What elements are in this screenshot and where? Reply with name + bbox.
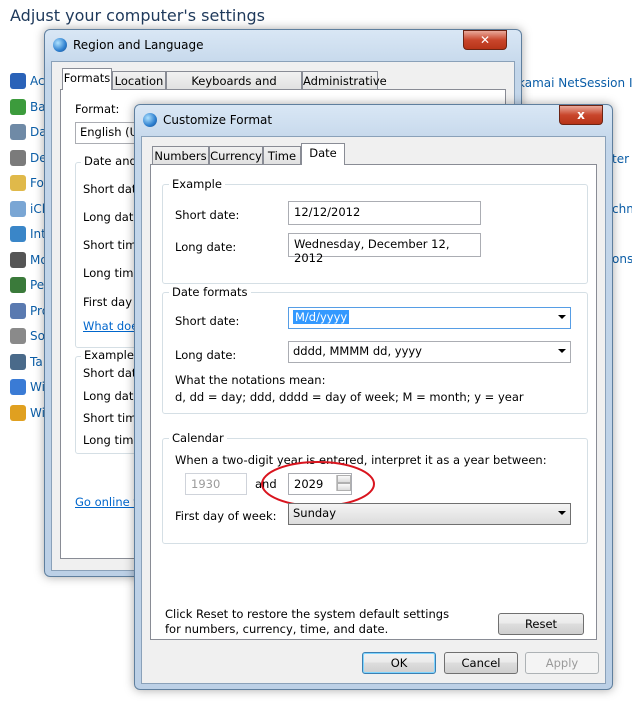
control-panel-item[interactable]: Wi bbox=[10, 378, 45, 396]
control-panel-item[interactable]: De bbox=[10, 149, 47, 167]
tab-keyboards-languages[interactable]: Keyboards and Languages bbox=[166, 71, 302, 107]
control-panel-item[interactable]: iCl bbox=[10, 200, 45, 218]
control-panel-item-label: Pe bbox=[30, 278, 45, 292]
tab-time[interactable]: Time bbox=[263, 146, 301, 165]
long-date-row: Long date bbox=[83, 210, 141, 224]
what-does-link[interactable]: What doe bbox=[83, 319, 138, 333]
ok-button[interactable]: OK bbox=[362, 652, 436, 674]
highlight-ellipse bbox=[261, 461, 375, 507]
internet-options-icon bbox=[10, 226, 26, 242]
example-group-label: Example bbox=[169, 177, 225, 191]
reset-button[interactable]: Reset bbox=[498, 613, 584, 635]
control-panel-item[interactable]: Ba bbox=[10, 98, 46, 116]
folder-icon bbox=[10, 175, 26, 191]
reset-note: Click Reset to restore the system defaul… bbox=[165, 607, 450, 636]
long-time-row: Long time bbox=[83, 266, 141, 280]
notation-title: What the notations mean: bbox=[175, 373, 326, 387]
tab-formats[interactable]: Formats bbox=[62, 68, 112, 90]
globe-icon bbox=[53, 38, 67, 52]
first-day-of-week-value: Sunday bbox=[293, 506, 337, 520]
format-label: Format: bbox=[75, 102, 120, 116]
example-long-time: Long time bbox=[83, 433, 141, 447]
printer-icon bbox=[10, 149, 26, 166]
apply-button[interactable]: Apply bbox=[525, 652, 599, 674]
control-panel-item[interactable]: Ac bbox=[10, 72, 45, 90]
control-panel-item-label: Ta bbox=[30, 354, 43, 369]
long-date-format-combo[interactable]: dddd, MMMM dd, yyyy bbox=[288, 341, 571, 363]
date-formats-group-label: Date formats bbox=[169, 285, 251, 299]
control-panel-title: Adjust your computer's settings bbox=[10, 6, 265, 25]
example-short-date-value: 12/12/2012 bbox=[288, 201, 481, 225]
control-panel-item[interactable]: Ta bbox=[10, 353, 43, 371]
control-panel-item[interactable]: Fo bbox=[10, 174, 44, 192]
first-day-of-week-dropdown[interactable]: Sunday bbox=[288, 503, 571, 525]
tab-date[interactable]: Date bbox=[301, 143, 345, 165]
year-from-field: 1930 bbox=[185, 473, 247, 495]
control-panel-item-label: Wi bbox=[30, 380, 45, 394]
control-panel-item-label: Wi bbox=[30, 405, 45, 420]
region-close-button[interactable]: ✕ bbox=[463, 30, 507, 50]
control-panel-right-item-4[interactable]: ons bbox=[612, 252, 632, 266]
control-panel-item[interactable]: Int bbox=[10, 225, 46, 243]
long-date-format-label: Long date: bbox=[175, 348, 237, 362]
taskbar-icon bbox=[10, 353, 26, 370]
short-date-format-combo[interactable]: M/d/yyyy bbox=[288, 307, 571, 329]
control-panel-item[interactable]: So bbox=[10, 327, 45, 345]
first-day-of-week-label: First day of week: bbox=[175, 509, 277, 523]
control-panel-item-label: Fo bbox=[30, 176, 44, 190]
example-short-label: Short date: bbox=[175, 208, 240, 222]
control-panel-item[interactable]: Da bbox=[10, 123, 47, 141]
tab-numbers[interactable]: Numbers bbox=[152, 146, 209, 165]
globe-icon bbox=[143, 113, 157, 127]
long-date-format-value: dddd, MMMM dd, yyyy bbox=[293, 344, 422, 358]
control-panel-right-item-1[interactable]: kamai NetSession Inte bbox=[518, 76, 632, 90]
flag-icon bbox=[10, 73, 26, 89]
customize-window-title: Customize Format bbox=[163, 113, 273, 127]
short-date-format-label: Short date: bbox=[175, 314, 240, 328]
short-date-format-value: M/d/yyyy bbox=[293, 310, 350, 324]
example-long-date-value: Wednesday, December 12, 2012 bbox=[288, 233, 481, 265]
control-panel-item[interactable]: Wi bbox=[10, 404, 45, 422]
highlight-circle bbox=[261, 461, 375, 507]
performance-icon bbox=[10, 277, 26, 293]
tab-administrative[interactable]: Administrative bbox=[302, 71, 387, 90]
tab-currency[interactable]: Currency bbox=[209, 146, 263, 165]
date-panel: Example Short date: 12/12/2012 Long date… bbox=[150, 164, 597, 640]
control-panel-item[interactable]: Mo bbox=[10, 251, 48, 269]
control-panel-right-item-3[interactable]: chno bbox=[612, 202, 632, 216]
example-long-label: Long date: bbox=[175, 240, 237, 254]
cancel-button[interactable]: Cancel bbox=[444, 652, 518, 674]
calendar-group-label: Calendar bbox=[169, 431, 227, 445]
mouse-icon bbox=[10, 251, 26, 268]
chevron-down-icon bbox=[558, 315, 566, 319]
chevron-down-icon bbox=[558, 511, 566, 515]
devices-icon bbox=[10, 124, 26, 140]
sound-icon bbox=[10, 328, 26, 344]
programs-icon bbox=[10, 302, 26, 319]
windows-icon bbox=[10, 379, 26, 395]
cloud-icon bbox=[10, 200, 26, 217]
chevron-down-icon bbox=[558, 349, 566, 353]
control-panel-item-label: iCl bbox=[30, 201, 46, 216]
backup-icon bbox=[10, 98, 26, 115]
control-panel-right-item-2[interactable]: ter bbox=[612, 152, 629, 166]
notation-text: d, dd = day; ddd, dddd = day of week; M … bbox=[175, 390, 524, 404]
control-panel-item-label: Ac bbox=[30, 74, 45, 88]
control-panel-item[interactable]: Pe bbox=[10, 276, 44, 294]
customize-client-area: Numbers Currency Time Date Example Short… bbox=[141, 136, 606, 684]
customize-format-window: Customize Format x Numbers Currency Time… bbox=[134, 104, 613, 690]
control-panel-item-label: So bbox=[30, 329, 45, 343]
tab-location[interactable]: Location bbox=[112, 71, 166, 90]
windows-update-icon bbox=[10, 404, 26, 421]
customize-close-button[interactable]: x bbox=[559, 105, 603, 125]
region-window-title: Region and Language bbox=[73, 38, 204, 52]
example-long-date: Long date bbox=[83, 389, 141, 403]
